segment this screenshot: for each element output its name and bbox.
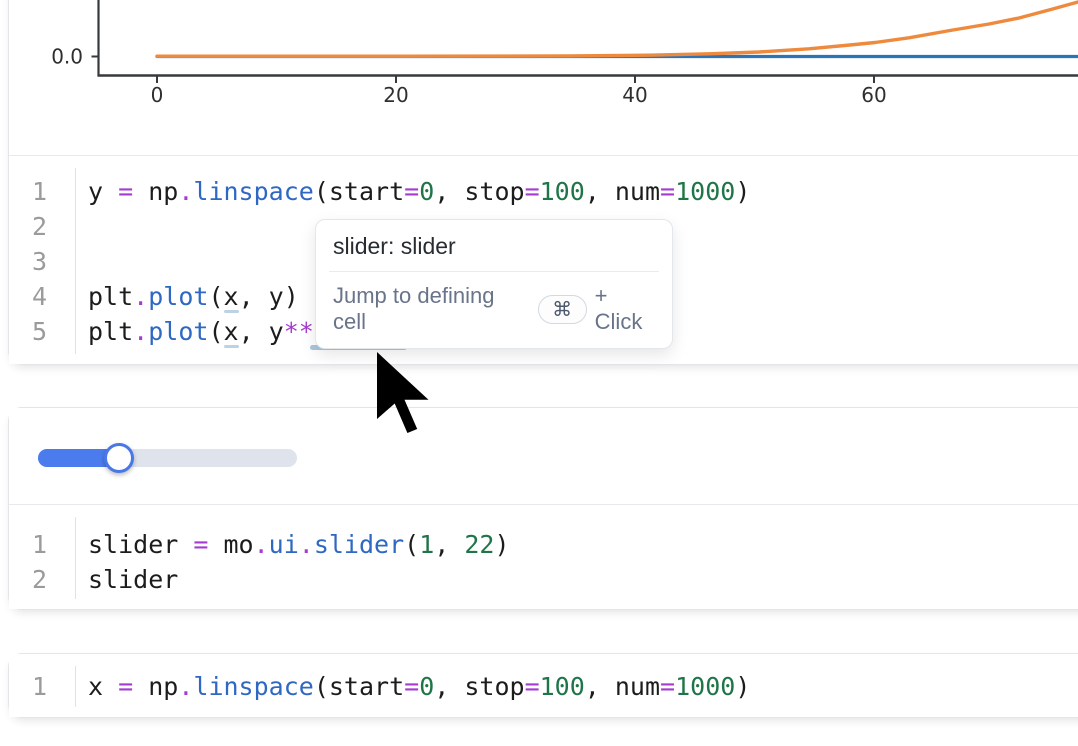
line-number: 4 bbox=[9, 279, 75, 314]
line-number: 2 bbox=[9, 209, 75, 244]
code-line[interactable] bbox=[75, 209, 88, 244]
orange-curve-series bbox=[157, 2, 1078, 56]
tooltip-title: slider: slider bbox=[316, 220, 672, 271]
code-line[interactable] bbox=[75, 244, 88, 279]
slider-track[interactable] bbox=[38, 449, 297, 467]
notebook-canvas: 02040600.0 1y = np.linspace(start=0, sto… bbox=[0, 0, 1078, 746]
svg-text:40: 40 bbox=[622, 83, 647, 107]
cell-slider: 1slider = mo.ui.slider(1, 22)2slider bbox=[8, 407, 1078, 610]
slider-output bbox=[9, 408, 1078, 504]
code-line[interactable]: x = np.linspace(start=0, stop=100, num=1… bbox=[75, 669, 750, 704]
svg-text:20: 20 bbox=[383, 83, 408, 107]
line-number: 1 bbox=[9, 174, 75, 209]
gutter-divider bbox=[75, 168, 76, 354]
svg-text:60: 60 bbox=[861, 83, 886, 107]
gutter-divider bbox=[75, 517, 76, 599]
code-line[interactable]: plt.plot(x, y) bbox=[75, 279, 299, 314]
mouse-cursor-icon bbox=[374, 350, 434, 440]
code-row: 1slider = mo.ui.slider(1, 22) bbox=[9, 527, 1078, 562]
svg-text:0.0: 0.0 bbox=[51, 45, 83, 69]
line-number: 3 bbox=[9, 244, 75, 279]
code-editor-slider[interactable]: 1slider = mo.ui.slider(1, 22)2slider bbox=[9, 504, 1078, 609]
code-row: 2slider bbox=[9, 562, 1078, 597]
line-number: 1 bbox=[9, 527, 75, 562]
tooltip-suffix: + Click bbox=[595, 283, 658, 335]
svg-text:0: 0 bbox=[151, 83, 164, 107]
variable-tooltip: slider: slider Jump to defining cell ⌘ +… bbox=[315, 219, 673, 349]
code-row: 1y = np.linspace(start=0, stop=100, num=… bbox=[9, 174, 1078, 209]
slider-handle[interactable] bbox=[104, 443, 134, 473]
line-number: 1 bbox=[9, 669, 75, 704]
line-number: 2 bbox=[9, 562, 75, 597]
code-line[interactable]: slider = mo.ui.slider(1, 22) bbox=[75, 527, 510, 562]
code-row: 1x = np.linspace(start=0, stop=100, num=… bbox=[9, 669, 1078, 704]
tooltip-action-label: Jump to defining cell bbox=[333, 283, 524, 335]
code-line[interactable]: slider bbox=[75, 562, 178, 597]
code-editor-x[interactable]: 1x = np.linspace(start=0, stop=100, num=… bbox=[9, 654, 1078, 717]
plot-svg: 0 20 40 60 0.0 bbox=[9, 0, 1078, 155]
line-number: 5 bbox=[9, 314, 75, 349]
code-line[interactable]: y = np.linspace(start=0, stop=100, num=1… bbox=[75, 174, 750, 209]
cell-x: 1x = np.linspace(start=0, stop=100, num=… bbox=[8, 653, 1078, 718]
tooltip-action-row: Jump to defining cell ⌘ + Click bbox=[316, 272, 672, 348]
command-key-icon: ⌘ bbox=[538, 295, 587, 324]
gutter-divider bbox=[75, 666, 76, 707]
plot-output: 0 20 40 60 0.0 bbox=[9, 0, 1078, 155]
